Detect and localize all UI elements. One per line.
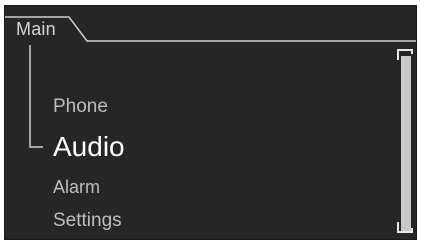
menu-item-audio[interactable]: Audio bbox=[53, 131, 125, 163]
menu-item-settings[interactable]: Settings bbox=[53, 210, 122, 232]
menu-item-alarm[interactable]: Alarm bbox=[53, 177, 100, 198]
menu-item-phone[interactable]: Phone bbox=[53, 96, 108, 118]
scrollbar[interactable] bbox=[395, 46, 417, 236]
scrollbar-thumb[interactable] bbox=[401, 56, 411, 231]
menu-screen: Main Phone Audio Alarm Settings bbox=[4, 5, 417, 240]
tab-outline bbox=[5, 16, 416, 42]
